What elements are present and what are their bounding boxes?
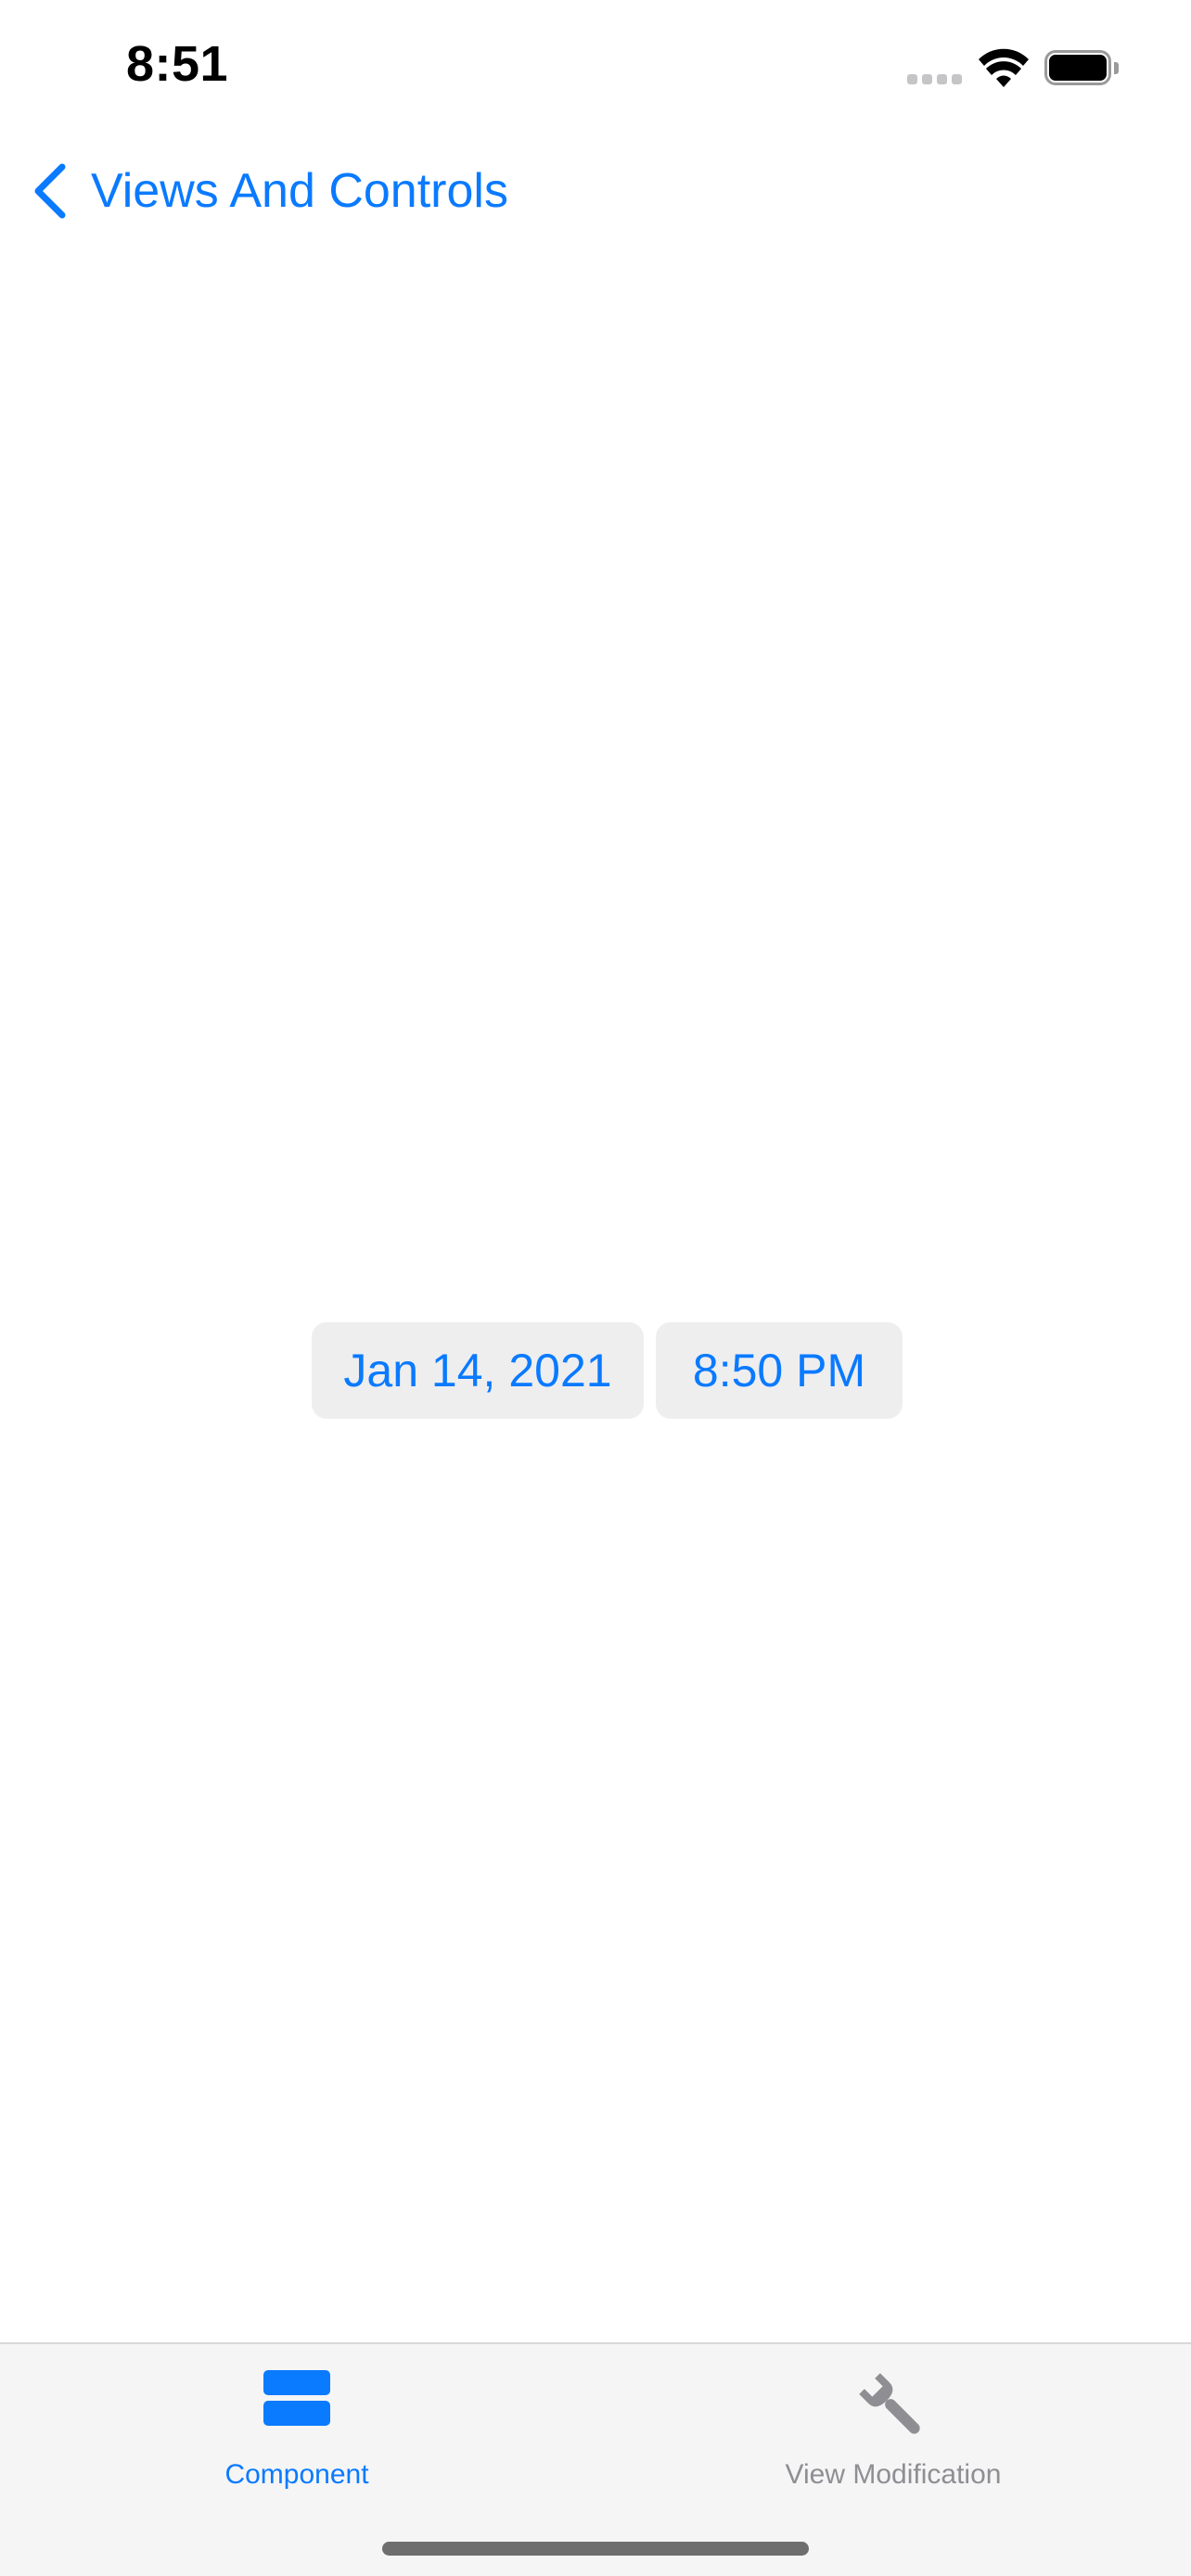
back-button-label: Views And Controls [91,164,508,218]
wrench-icon [859,2373,920,2434]
screen: 8:51 Views And Controls Jan 14, 2021 8:5… [0,0,1191,2576]
back-button[interactable]: Views And Controls [32,158,508,224]
tab-bar: Component View Modification [0,2342,1191,2576]
tab-component-label: Component [224,2459,369,2490]
tab-view-modification-label: View Modification [785,2459,1002,2490]
cellular-signal-icon [907,74,963,85]
rectangle-stack-icon [263,2370,330,2426]
wifi-icon [979,48,1029,87]
tab-component[interactable]: Component [83,2344,510,2502]
date-picker-time-button[interactable]: 8:50 PM [656,1322,903,1419]
battery-icon [1044,50,1121,87]
date-picker-date-button[interactable]: Jan 14, 2021 [312,1322,644,1419]
home-indicator[interactable] [382,2542,809,2556]
date-picker: Jan 14, 2021 8:50 PM [312,1322,903,1419]
status-time: 8:51 [126,36,229,92]
chevron-left-icon [34,163,66,219]
status-bar: 8:51 [0,0,1191,130]
tab-view-modification[interactable]: View Modification [680,2344,1107,2502]
